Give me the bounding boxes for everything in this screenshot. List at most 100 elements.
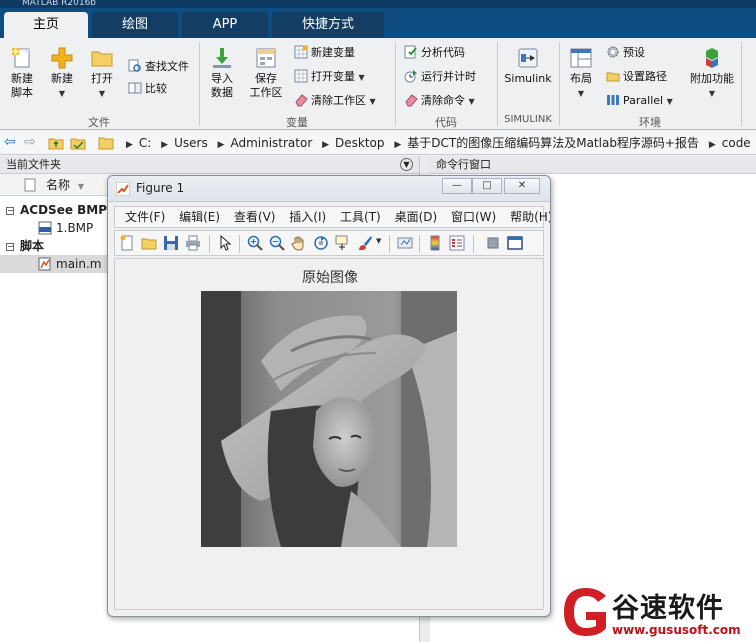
find-files-button[interactable]: 查找文件 xyxy=(128,58,189,76)
open-button[interactable]: 打开 ▼ xyxy=(86,46,118,101)
legend-icon[interactable] xyxy=(449,235,465,251)
compare-button[interactable]: 比较 xyxy=(128,80,167,98)
toolbar-separator xyxy=(389,235,390,253)
tab-shortcuts[interactable]: 快捷方式 xyxy=(272,12,384,38)
pan-hand-icon[interactable] xyxy=(291,235,307,251)
clear-workspace-button[interactable]: 清除工作区 ▼ xyxy=(294,92,376,110)
parallel-label: Parallel xyxy=(623,94,664,107)
eraser-icon xyxy=(295,94,308,107)
menu-window[interactable]: 窗口(W) xyxy=(451,210,496,224)
breadcrumb-item[interactable]: code xyxy=(722,136,751,150)
breadcrumb-item[interactable]: Users xyxy=(174,136,208,150)
import-icon xyxy=(213,48,231,68)
m-file-icon xyxy=(38,257,51,271)
minimize-button[interactable]: — xyxy=(442,178,472,194)
browse-folder-icon[interactable] xyxy=(70,135,86,151)
bmp-file-icon xyxy=(38,221,52,235)
open-variable-button[interactable]: 打开变量 ▼ xyxy=(294,68,365,86)
save-label-1: 保存 xyxy=(255,72,277,85)
set-path-label: 设置路径 xyxy=(623,70,667,83)
tab-home[interactable]: 主页 xyxy=(4,12,88,38)
hide-plot-tools-icon[interactable] xyxy=(485,235,501,251)
menu-edit[interactable]: 编辑(E) xyxy=(179,210,220,224)
new-figure-icon[interactable] xyxy=(119,235,135,251)
new-variable-button[interactable]: 新建变量 xyxy=(294,44,355,62)
figure-title-bar[interactable]: Figure 1 — □ ✕ xyxy=(108,176,550,202)
menu-tools[interactable]: 工具(T) xyxy=(340,210,381,224)
plus-icon xyxy=(51,47,73,69)
figure-menu-bar: 文件(F) 编辑(E) 查看(V) 插入(I) 工具(T) 桌面(D) 窗口(W… xyxy=(114,206,550,228)
chevron-down-icon: ▼ xyxy=(98,89,106,98)
breadcrumb-item[interactable]: Desktop xyxy=(335,136,385,150)
rotate-3d-icon[interactable] xyxy=(313,235,329,251)
file-group-label: 文件 xyxy=(88,116,110,129)
menu-view[interactable]: 查看(V) xyxy=(234,210,276,224)
menu-insert[interactable]: 插入(I) xyxy=(289,210,326,224)
show-plot-tools-icon[interactable] xyxy=(507,235,523,251)
analyze-code-button[interactable]: 分析代码 xyxy=(404,44,465,62)
new-script-icon xyxy=(12,48,30,68)
breadcrumb-item[interactable]: C: xyxy=(139,136,151,150)
print-icon[interactable] xyxy=(185,235,201,251)
preferences-button[interactable]: 预设 xyxy=(606,44,645,62)
up-folder-icon[interactable] xyxy=(48,135,64,151)
back-arrow-icon[interactable]: ⇦ xyxy=(4,134,16,150)
open-file-icon[interactable] xyxy=(141,235,157,251)
new-button[interactable]: 新建 ▼ xyxy=(46,46,78,101)
figure-toolbar: ▼ xyxy=(114,230,544,256)
forward-arrow-icon[interactable]: ⇨ xyxy=(24,134,36,150)
save-workspace-icon xyxy=(256,48,276,68)
chevron-down-icon[interactable]: ▼ xyxy=(376,237,381,245)
eraser-icon xyxy=(405,94,418,107)
breadcrumb-item[interactable]: Administrator xyxy=(230,136,312,150)
compare-icon xyxy=(128,82,142,94)
collapse-icon[interactable]: − xyxy=(6,243,14,251)
clear-commands-label: 清除命令 xyxy=(421,94,465,107)
save-icon[interactable] xyxy=(163,235,179,251)
add-ons-button[interactable]: 附加功能 ▼ xyxy=(688,46,736,101)
original-image-photo xyxy=(201,291,457,547)
figure-window[interactable]: Figure 1 — □ ✕ 文件(F) 编辑(E) 查看(V) 插入(I) 工… xyxy=(107,175,551,617)
parallel-button[interactable]: Parallel ▼ xyxy=(606,92,673,110)
import-label-1: 导入 xyxy=(211,72,233,85)
folder-icon xyxy=(91,51,113,67)
maximize-button[interactable]: □ xyxy=(472,178,502,194)
breadcrumb-item[interactable]: 基于DCT的图像压缩编码算法及Matlab程序源码+报告 xyxy=(407,136,699,150)
panel-menu-icon[interactable]: ▼ xyxy=(400,158,413,171)
open-label: 打开 xyxy=(91,72,113,85)
toolbar-separator xyxy=(473,235,474,253)
menu-file[interactable]: 文件(F) xyxy=(125,210,165,224)
set-path-button[interactable]: 设置路径 xyxy=(606,68,667,86)
data-cursor-icon[interactable] xyxy=(335,235,351,251)
menu-help[interactable]: 帮助(H) xyxy=(510,210,550,224)
import-data-button[interactable]: 导入 数据 xyxy=(206,46,238,100)
sort-caret-icon: ▼ xyxy=(77,182,84,191)
open-variable-icon xyxy=(294,69,308,83)
new-script-button[interactable]: 新建 脚本 xyxy=(6,46,38,100)
breadcrumb-separator-icon: ▶ xyxy=(708,140,716,150)
pointer-icon[interactable] xyxy=(217,235,233,251)
link-plot-icon[interactable] xyxy=(397,235,413,251)
menu-desktop[interactable]: 桌面(D) xyxy=(395,210,438,224)
tab-apps[interactable]: APP xyxy=(182,12,268,38)
new-script-label-2: 脚本 xyxy=(11,86,33,99)
ribbon-home: 新建 脚本 新建 ▼ 打开 ▼ 查找文件 比较 文件 导入 数据 保存 工作区 新建… xyxy=(0,38,756,130)
save-workspace-button[interactable]: 保存 工作区 xyxy=(246,46,286,100)
collapse-icon[interactable]: − xyxy=(6,207,14,215)
breadcrumb-separator-icon: ▶ xyxy=(161,140,169,150)
clear-commands-button[interactable]: 清除命令 ▼ xyxy=(404,92,475,110)
figure-canvas[interactable]: 原始图像 xyxy=(114,258,544,610)
simulink-icon xyxy=(518,48,538,68)
new-variable-icon xyxy=(294,45,308,59)
zoom-out-icon[interactable] xyxy=(269,235,285,251)
zoom-in-icon[interactable] xyxy=(247,235,263,251)
tab-plots[interactable]: 绘图 xyxy=(92,12,178,38)
layout-button[interactable]: 布局 ▼ xyxy=(564,46,598,101)
colorbar-icon[interactable] xyxy=(427,235,443,251)
add-ons-label: 附加功能 xyxy=(690,72,734,85)
run-and-time-button[interactable]: 运行并计时 xyxy=(404,68,476,86)
close-button[interactable]: ✕ xyxy=(504,178,540,194)
compare-label: 比较 xyxy=(145,82,167,95)
simulink-button[interactable]: Simulink xyxy=(502,46,554,86)
brush-icon[interactable] xyxy=(357,235,373,251)
